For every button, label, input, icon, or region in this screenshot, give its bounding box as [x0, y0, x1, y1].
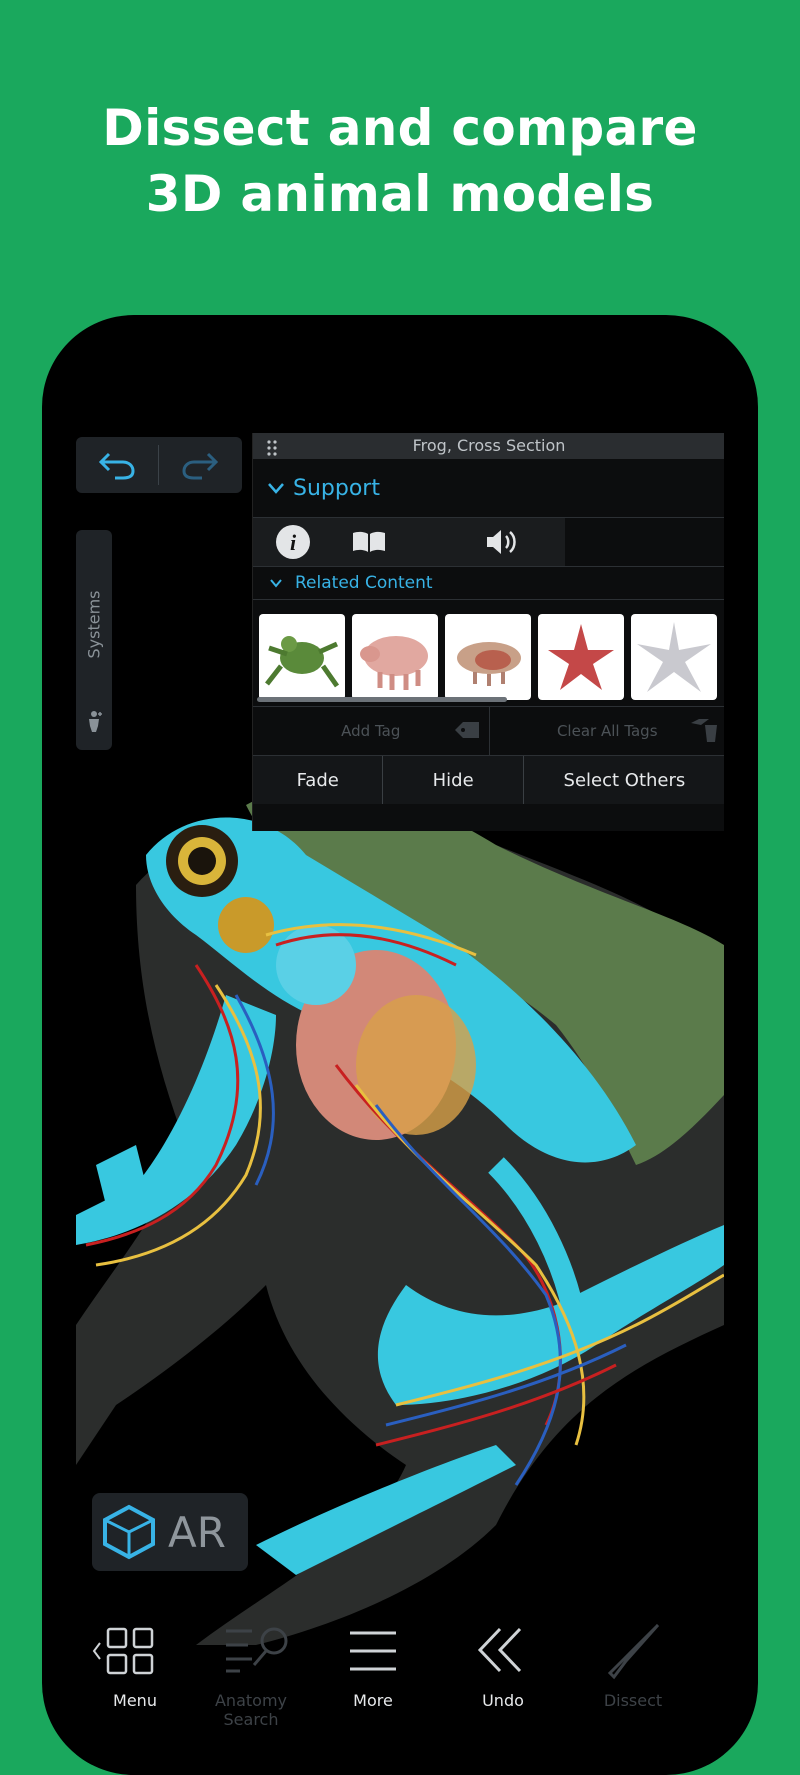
systems-tab[interactable]: Systems	[76, 530, 112, 750]
nav-undo-label: Undo	[482, 1691, 524, 1710]
thumbnail-sea-star[interactable]	[538, 614, 624, 700]
support-label: Support	[293, 475, 380, 501]
thumbnail-sea-star-skeleton[interactable]	[631, 614, 717, 700]
ar-button[interactable]: AR	[92, 1493, 248, 1571]
svg-text:i: i	[290, 530, 297, 555]
anatomy-search-icon	[226, 1627, 288, 1673]
human-figure-icon	[86, 710, 104, 736]
nav-menu-label: Menu	[113, 1691, 157, 1710]
structure-info-panel: Frog, Cross Section Support i Related Co…	[252, 433, 724, 831]
info-icon[interactable]: i	[275, 524, 311, 564]
hide-button[interactable]: Hide	[383, 756, 524, 804]
ar-label: AR	[168, 1507, 226, 1557]
thumbnail-fetal-pig[interactable]	[445, 614, 531, 700]
select-others-button[interactable]: Select Others	[523, 756, 724, 804]
fade-button[interactable]: Fade	[253, 756, 384, 804]
speaker-icon[interactable]	[485, 528, 521, 560]
thumbnail-pig[interactable]	[352, 614, 438, 700]
headline-line-2: 3D animal models	[145, 165, 655, 223]
bottom-nav: Menu Anatomy Search More Undo Dissect	[76, 1595, 724, 1729]
book-icon[interactable]	[351, 530, 387, 558]
nav-dissect-label: Dissect	[603, 1691, 663, 1710]
headline-line-1: Dissect and compare	[102, 99, 698, 157]
panel-header[interactable]: Frog, Cross Section	[253, 433, 724, 459]
panel-title: Frog, Cross Section	[412, 436, 566, 455]
related-content-label: Related Content	[295, 573, 433, 593]
headline: Dissect and compare 3D animal models	[0, 95, 800, 227]
thumbnail-scrollbar[interactable]	[257, 697, 507, 702]
nav-dissect[interactable]: Dissect	[568, 1595, 698, 1725]
nav-more-label: More	[353, 1691, 393, 1710]
nav-more[interactable]: More	[308, 1595, 438, 1725]
systems-label: Systems	[84, 590, 104, 659]
menu-grid-icon	[92, 1627, 154, 1675]
clear-all-tags-button[interactable]: Clear All Tags	[488, 707, 725, 755]
ar-cube-icon	[103, 1504, 155, 1560]
eraser-icon	[689, 717, 719, 747]
chevron-down-icon	[269, 573, 283, 593]
nav-menu[interactable]: Menu	[76, 1595, 200, 1725]
chevron-down-icon	[267, 476, 285, 501]
drag-grip-icon[interactable]	[267, 438, 277, 464]
double-chevron-left-icon	[477, 1627, 522, 1673]
undo-icon[interactable]	[76, 437, 158, 493]
support-section-header[interactable]: Support	[253, 459, 724, 518]
undo-redo-toolbar	[76, 437, 242, 493]
tag-icon	[453, 719, 481, 745]
phone-frame: Systems Frog, Cross Section Support i Re…	[42, 315, 758, 1775]
related-thumbnails	[253, 600, 724, 707]
nav-search-label: Anatomy Search	[214, 1691, 287, 1729]
content-tabs: i	[253, 518, 724, 567]
nav-undo[interactable]: Undo	[438, 1595, 568, 1725]
thumbnail-frog[interactable]	[259, 614, 345, 700]
hamburger-icon	[350, 1631, 396, 1671]
add-tag-button[interactable]: Add Tag	[253, 707, 489, 755]
tag-row: Add Tag Clear All Tags	[253, 707, 724, 756]
scalpel-icon	[607, 1623, 660, 1680]
related-content-header[interactable]: Related Content	[253, 567, 724, 600]
redo-icon[interactable]	[159, 437, 241, 493]
nav-anatomy-search[interactable]: Anatomy Search	[186, 1595, 316, 1729]
clear-all-tags-label: Clear All Tags	[556, 722, 658, 740]
add-tag-label: Add Tag	[341, 722, 401, 740]
action-row: Fade Hide Select Others	[253, 756, 724, 804]
app-screen: Systems Frog, Cross Section Support i Re…	[76, 425, 724, 1765]
